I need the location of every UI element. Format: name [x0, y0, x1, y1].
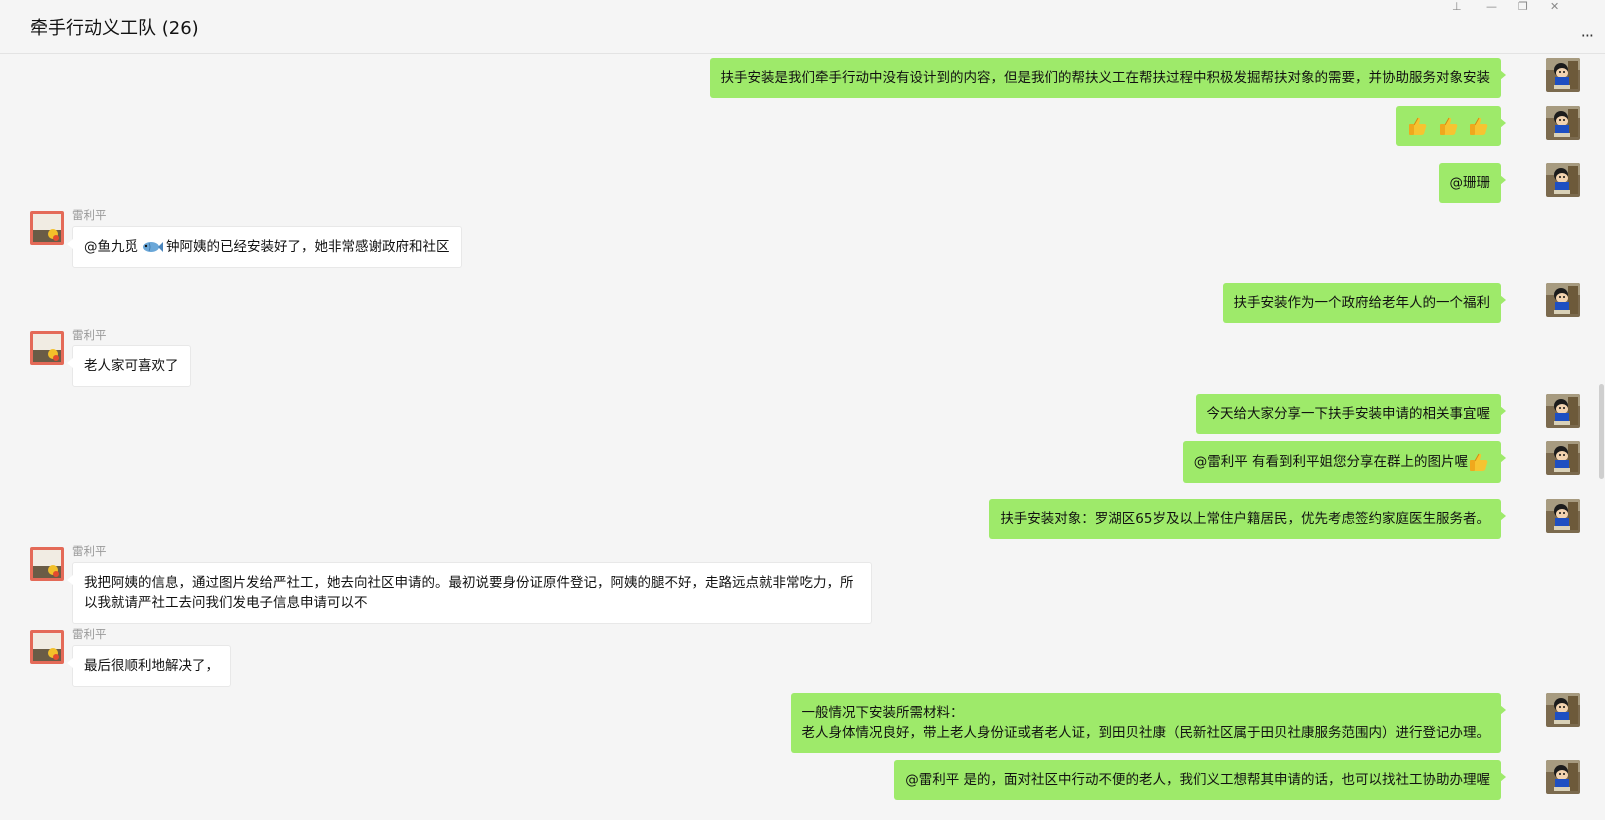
avatar[interactable] — [30, 547, 64, 581]
thumbs-up-icon — [1468, 451, 1490, 473]
minimize-icon[interactable]: — — [1486, 0, 1497, 13]
more-icon[interactable]: ··· — [1581, 26, 1594, 45]
avatar[interactable] — [1546, 760, 1580, 794]
scrollbar-thumb[interactable] — [1599, 384, 1604, 479]
sender-name: 雷利平 — [72, 544, 107, 558]
avatar[interactable] — [1546, 163, 1580, 197]
message-text: @雷利平 有看到利平姐您分享在群上的图片喔 — [1193, 454, 1468, 470]
avatar[interactable] — [1546, 693, 1580, 727]
avatar[interactable] — [30, 630, 64, 664]
chat-title[interactable]: 牵手行动义工队 (26) — [30, 14, 199, 40]
thumbs-up-icon — [1407, 115, 1429, 137]
chat-header: 牵手行动义工队 (26) ⊥ — ❐ ✕ ··· — [0, 0, 1605, 54]
message-bubble[interactable]: @雷利平 有看到利平姐您分享在群上的图片喔 — [1182, 441, 1507, 483]
avatar[interactable] — [30, 331, 64, 365]
fish-icon — [141, 239, 163, 255]
message-bubble[interactable]: 扶手安装作为一个政府给老年人的一个福利 — [1222, 283, 1506, 323]
sender-name: 雷利平 — [72, 627, 107, 641]
avatar[interactable] — [1546, 58, 1580, 92]
scrollbar[interactable] — [1597, 54, 1605, 820]
avatar[interactable] — [1546, 441, 1580, 475]
avatar[interactable] — [1546, 283, 1580, 317]
thumbs-up-icon — [1438, 115, 1460, 137]
avatar[interactable] — [1546, 394, 1580, 428]
message-bubble[interactable]: 扶手安装是我们牵手行动中没有设计到的内容，但是我们的帮扶义工在帮扶过程中积极发掘… — [709, 58, 1506, 98]
message-bubble[interactable]: 一般情况下安装所需材料： 老人身体情况良好，带上老人身份证或者老人证，到田贝社康… — [790, 693, 1506, 753]
pin-icon[interactable]: ⊥ — [1452, 0, 1462, 13]
message-bubble[interactable] — [1396, 106, 1506, 146]
message-bubble[interactable]: 最后很顺利地解决了， — [67, 645, 231, 687]
message-bubble[interactable]: 我把阿姨的信息，通过图片发给严社工，她去向社区申请的。最初说要身份证原件登记，阿… — [67, 562, 872, 624]
avatar[interactable] — [1546, 106, 1580, 140]
sender-name: 雷利平 — [72, 208, 107, 222]
message-bubble[interactable]: @珊珊 — [1438, 163, 1506, 203]
thumbs-up-icon — [1468, 115, 1490, 137]
message-text-line: 老人身体情况良好，带上老人身份证或者老人证，到田贝社康（民新社区属于田贝社康服务… — [801, 725, 1491, 741]
sender-name: 雷利平 — [72, 328, 107, 342]
message-bubble[interactable]: @雷利平 是的，面对社区中行动不便的老人，我们义工想帮其申请的话，也可以找社工协… — [894, 760, 1506, 800]
avatar[interactable] — [1546, 499, 1580, 533]
message-bubble[interactable]: @鱼九觅 钟阿姨的已经安装好了，她非常感谢政府和社区 — [67, 226, 462, 268]
close-icon[interactable]: ✕ — [1550, 0, 1559, 13]
message-bubble[interactable]: 老人家可喜欢了 — [67, 345, 191, 387]
restore-icon[interactable]: ❐ — [1518, 0, 1528, 13]
message-bubble[interactable]: 扶手安装对象：罗湖区65岁及以上常住户籍居民，优先考虑签约家庭医生服务者。 — [989, 499, 1506, 539]
message-text: 钟阿姨的已经安装好了，她非常感谢政府和社区 — [166, 239, 450, 255]
avatar[interactable] — [30, 211, 64, 245]
message-text-line: 我把阿姨的信息，通过图片发给严社工，她去向社区申请的。最初说要身份证原件登记，阿… — [84, 575, 854, 591]
mention: @鱼九觅 — [84, 239, 138, 255]
message-text-line: 一般情况下安装所需材料： — [801, 705, 964, 721]
message-bubble[interactable]: 今天给大家分享一下扶手安装申请的相关事宜喔 — [1195, 394, 1506, 434]
message-text-line: 以我就请严社工去问我们发电子信息申请可以不 — [84, 595, 368, 611]
